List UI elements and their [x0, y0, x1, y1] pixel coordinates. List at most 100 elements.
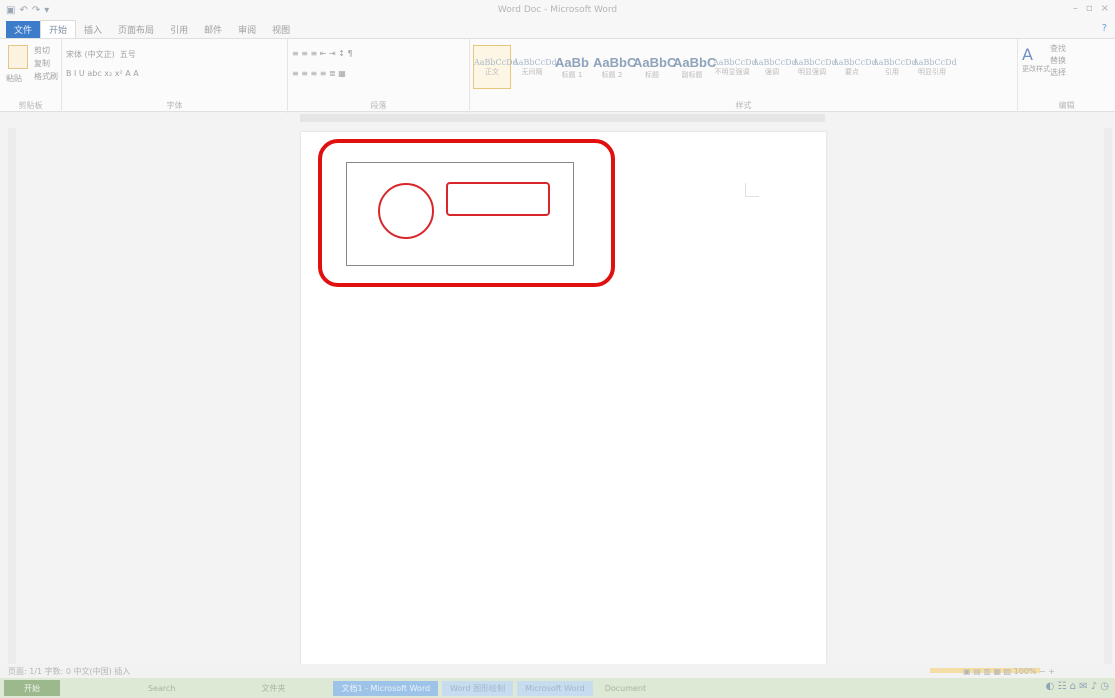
group-label-clipboard: 剪贴板: [18, 101, 43, 110]
style-no-spacing[interactable]: AaBbCcDd 无间隔: [513, 45, 557, 89]
style-name: 标题: [645, 70, 659, 79]
style-emphasis[interactable]: AaBbCcDd 强调: [753, 45, 797, 89]
style-heading-2[interactable]: AaBbC 标题 2: [593, 45, 637, 89]
style-subtitle[interactable]: AaBbC 副标题: [673, 45, 717, 89]
group-label-paragraph: 段落: [370, 101, 387, 110]
status-info: 页面: 1/1 字数: 0 中文(中国) 插入: [8, 666, 131, 676]
taskbar-item[interactable]: 文件夹: [253, 681, 293, 696]
style-sample: AaBbCcDd: [753, 57, 797, 67]
tab-review[interactable]: 审阅: [230, 21, 264, 38]
style-sample: AaBbCcDd: [793, 57, 837, 67]
tab-references[interactable]: 引用: [162, 21, 196, 38]
margin-corner-mark: [745, 183, 759, 197]
style-name: 副标题: [681, 70, 703, 79]
style-sample: AaBbC: [673, 54, 717, 70]
style-sample: AaBb: [555, 54, 589, 70]
style-sample: AaBbCcDd: [833, 57, 877, 67]
styles-gallery: AaBbCcDd 正文 AaBbCcDd 无间隔 AaBb 标题 1 AaBbC 标题 …: [473, 45, 957, 89]
font-format-buttons[interactable]: B I U abc x₂ x² A A: [66, 69, 139, 78]
style-name: 不明显强调: [714, 67, 750, 76]
undo-icon[interactable]: ↶: [19, 5, 27, 16]
style-sample: AaBbCcDd: [513, 57, 557, 67]
find-button[interactable]: 查找: [1050, 43, 1066, 55]
style-quote[interactable]: AaBbCcDd 引用: [873, 45, 917, 89]
style-name: 要点: [845, 67, 859, 76]
status-bar: 页面: 1/1 字数: 0 中文(中国) 插入 ▣ ▤ ▥ ▦ ▧ 100% −…: [0, 664, 1115, 678]
tab-insert[interactable]: 插入: [76, 21, 110, 38]
minimize-button[interactable]: –: [1073, 3, 1078, 14]
quick-access-toolbar: ▣ ↶ ↷ ▾: [0, 5, 49, 16]
tab-file[interactable]: 文件: [6, 21, 41, 38]
start-button[interactable]: 开始: [4, 680, 60, 696]
customize-qat-icon[interactable]: ▾: [44, 5, 49, 16]
taskbar: 开始 Search 文件夹 文档1 - Microsoft Word Word …: [0, 678, 1115, 698]
style-subtle-emphasis[interactable]: AaBbCcDd 不明显强调: [713, 45, 757, 89]
maximize-button[interactable]: ▫: [1086, 3, 1093, 14]
replace-button[interactable]: 替换: [1050, 55, 1066, 67]
font-size-select[interactable]: 五号: [120, 49, 136, 60]
style-name: 标题 2: [601, 70, 623, 79]
style-heading-1[interactable]: AaBb 标题 1: [553, 45, 591, 89]
help-icon[interactable]: ?: [1102, 23, 1107, 34]
paragraph-buttons-row1[interactable]: ≡ ≡ ≡ ⇤ ⇥ ↕ ¶: [292, 49, 353, 58]
redo-icon[interactable]: ↷: [32, 5, 40, 16]
tab-view[interactable]: 视图: [264, 21, 298, 38]
vertical-scrollbar[interactable]: [1104, 128, 1112, 664]
tab-page-layout[interactable]: 页面布局: [110, 21, 162, 38]
font-name-select[interactable]: 宋体 (中文正): [66, 49, 115, 60]
copy-button[interactable]: 复制: [34, 58, 58, 69]
paste-button[interactable]: 粘贴: [6, 73, 22, 84]
style-name: 明显强调: [798, 67, 826, 76]
paragraph-buttons-row2[interactable]: ≡ ≡ ≡ ≡ ≣ ▦: [292, 69, 346, 78]
font-controls-row: 宋体 (中文正) 五号: [66, 49, 136, 60]
title-bar: ▣ ↶ ↷ ▾ Word Doc - Microsoft Word – ▫ ×: [0, 0, 1115, 20]
style-sample: AaBbC: [593, 54, 637, 70]
view-and-zoom-controls[interactable]: ▣ ▤ ▥ ▦ ▧ 100% − +: [963, 667, 1055, 676]
taskbar-item-word-active[interactable]: 文档1 - Microsoft Word: [333, 680, 439, 696]
select-button[interactable]: 选择: [1050, 67, 1066, 79]
style-intense-quote[interactable]: AaBbCcDd 明显引用: [913, 45, 957, 89]
group-font: 宋体 (中文正) 五号 B I U abc x₂ x² A A 字体: [62, 39, 288, 113]
style-name: 无间隔: [521, 67, 543, 76]
cut-button[interactable]: 剪切: [34, 45, 58, 56]
annotation-highlight: [318, 139, 615, 287]
editing-buttons: 查找 替换 选择: [1050, 43, 1066, 79]
taskbar-item[interactable]: Word 图形绘制: [442, 680, 514, 696]
window-controls: – ▫ ×: [1073, 3, 1109, 14]
tab-home[interactable]: 开始: [40, 20, 77, 38]
style-intense-emphasis[interactable]: AaBbCcDd 明显强调: [793, 45, 837, 89]
group-label-editing: 编辑: [1058, 101, 1075, 110]
format-painter-button[interactable]: 格式刷: [34, 71, 58, 82]
style-normal[interactable]: AaBbCcDd 正文: [473, 45, 518, 89]
paste-icon[interactable]: [8, 45, 28, 69]
style-sample: AaBbC: [633, 54, 677, 70]
style-sample: AaBbCcDd: [713, 57, 757, 67]
horizontal-ruler[interactable]: [300, 114, 825, 122]
ribbon: 粘贴 剪切 复制 格式刷 剪贴板 宋体 (中文正) 五号 B I U abc x…: [0, 38, 1115, 113]
taskbar-item[interactable]: Document: [597, 681, 654, 696]
style-sample: AaBbCcDd: [873, 57, 917, 67]
style-title[interactable]: AaBbC 标题: [633, 45, 677, 89]
save-icon[interactable]: ▣: [6, 5, 15, 16]
style-name: 标题 1: [561, 70, 583, 79]
group-paragraph: ≡ ≡ ≡ ⇤ ⇥ ↕ ¶ ≡ ≡ ≡ ≡ ≣ ▦ 段落: [288, 39, 470, 113]
taskbar-item[interactable]: Microsoft Word: [517, 680, 593, 696]
vertical-ruler[interactable]: [8, 128, 16, 664]
window-title: Word Doc - Microsoft Word: [497, 5, 618, 15]
taskbar-item[interactable]: Search: [140, 681, 183, 696]
style-name: 强调: [765, 67, 779, 76]
system-tray[interactable]: ◐ ☷ ⌂ ✉ ♪ ◷: [1046, 681, 1109, 692]
style-sample: AaBbCcDd: [474, 57, 518, 67]
group-editing: 编辑: [1018, 39, 1115, 113]
style-strong[interactable]: AaBbCcDd 要点: [833, 45, 877, 89]
style-name: 明显引用: [918, 67, 946, 76]
clipboard-tools: 剪切 复制 格式刷: [34, 45, 58, 82]
tab-mailings[interactable]: 邮件: [196, 21, 230, 38]
ribbon-tabs: 文件 开始 插入 页面布局 引用 邮件 审阅 视图 ?: [0, 20, 1115, 38]
style-name: 引用: [885, 67, 899, 76]
group-clipboard: 粘贴 剪切 复制 格式刷 剪贴板: [0, 39, 62, 113]
close-button[interactable]: ×: [1101, 3, 1109, 14]
style-name: 正文: [485, 67, 499, 76]
group-label-font: 字体: [166, 101, 183, 110]
group-label-styles: 样式: [735, 101, 752, 110]
